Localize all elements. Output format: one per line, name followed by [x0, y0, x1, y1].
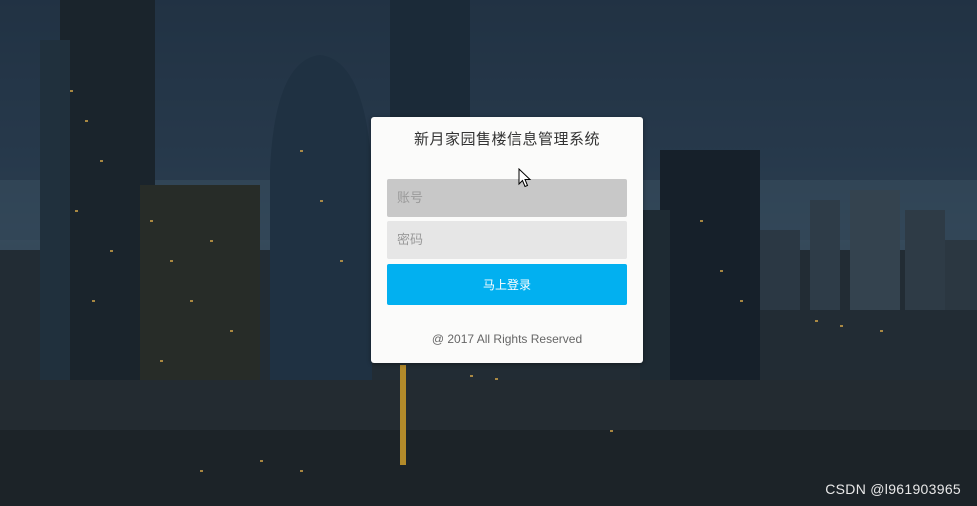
password-input[interactable] [387, 221, 627, 259]
login-button[interactable]: 马上登录 [387, 264, 627, 305]
system-title: 新月家园售楼信息管理系统 [413, 130, 600, 148]
login-panel: 新月家园售楼信息管理系统 马上登录 @ 2017 All Rights Rese… [371, 117, 643, 363]
copyright-text: @ 2017 All Rights Reserved [431, 332, 583, 346]
csdn-watermark: CSDN @l961903965 [825, 481, 961, 497]
account-input[interactable] [387, 179, 627, 217]
mouse-pointer-icon [518, 168, 532, 188]
